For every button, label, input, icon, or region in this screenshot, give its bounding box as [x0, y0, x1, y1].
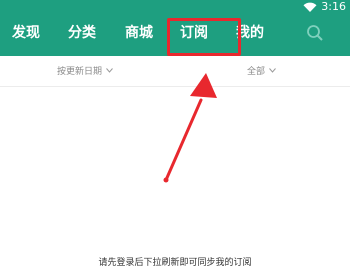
annotation-arrow [163, 73, 217, 183]
empty-state-message: 请先登录后下拉刷新即可同步我的订阅 [98, 258, 252, 268]
